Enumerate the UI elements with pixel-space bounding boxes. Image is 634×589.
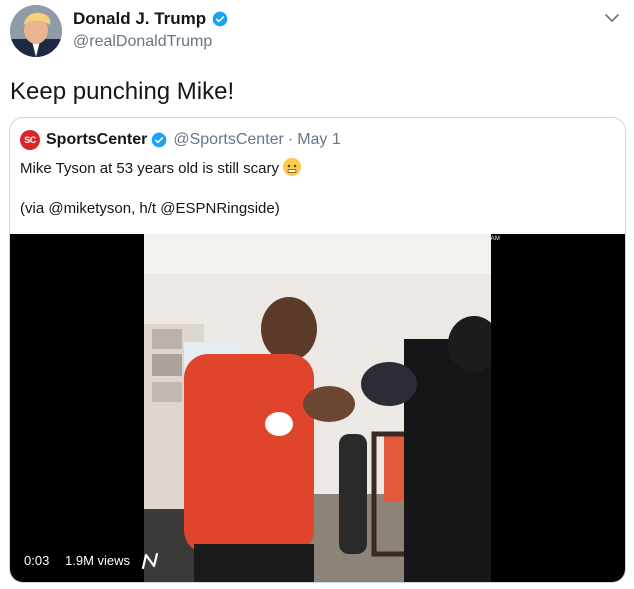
author-name[interactable]: Donald J. Trump bbox=[73, 9, 206, 29]
quoted-tweet[interactable]: SC SportsCenter @SportsCenter · May 1 Mi… bbox=[9, 117, 626, 583]
quoted-date: May 1 bbox=[297, 131, 341, 148]
tweet-author: Donald J. Trump @realDonaldTrump bbox=[73, 9, 228, 51]
quoted-text: Mike Tyson at 53 years old is still scar… bbox=[20, 160, 279, 177]
author-avatar[interactable] bbox=[10, 5, 62, 57]
fearful-face-emoji-icon bbox=[282, 158, 301, 176]
video-player[interactable]: MIKETYSON/INSTAGRAM 0:03 1.9M views bbox=[10, 234, 625, 582]
video-view-count: 1.9M views bbox=[65, 553, 131, 568]
video-timestamp: 0:03 bbox=[24, 553, 50, 568]
quoted-tweet-header: SC SportsCenter @SportsCenter · May 1 bbox=[20, 130, 341, 150]
quoted-author-handle: @SportsCenter bbox=[173, 131, 284, 148]
author-handle[interactable]: @realDonaldTrump bbox=[73, 33, 228, 51]
network-logo-icon bbox=[141, 552, 159, 570]
video-frame bbox=[144, 234, 491, 582]
video-watermark: MIKETYSON/INSTAGRAM bbox=[424, 236, 501, 242]
quoted-author-name: SportsCenter bbox=[46, 131, 148, 148]
tweet-text: Keep punching Mike! bbox=[10, 78, 235, 105]
sportscenter-logo: SC bbox=[20, 130, 40, 150]
verified-badge-icon bbox=[152, 132, 167, 148]
dot-separator: · bbox=[287, 131, 294, 148]
verified-badge-icon bbox=[212, 11, 228, 27]
quoted-text-line1: Mike Tyson at 53 years old is still scar… bbox=[20, 158, 301, 177]
avatar-photo bbox=[10, 5, 62, 57]
chevron-down-icon[interactable] bbox=[604, 10, 620, 26]
quoted-text-line2: (via @miketyson, h/t @ESPNRingside) bbox=[20, 200, 280, 217]
